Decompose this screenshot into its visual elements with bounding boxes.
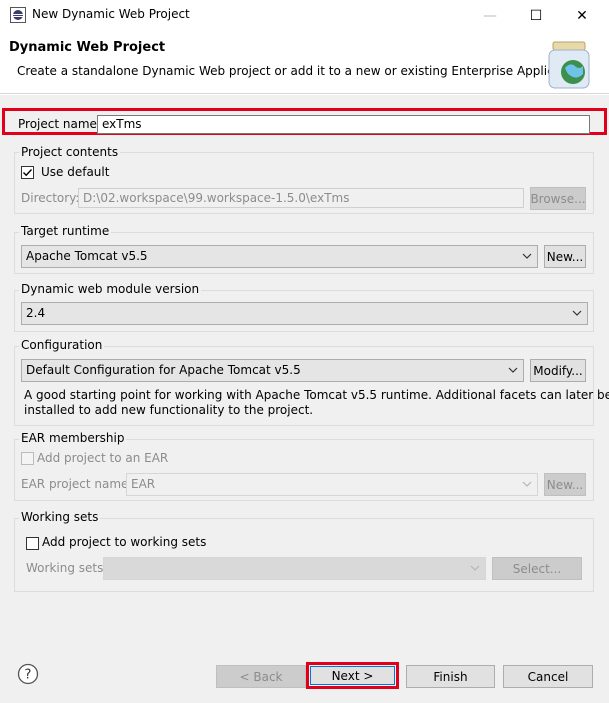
module-version-select[interactable]: 2.4 <box>21 302 588 325</box>
add-to-ear-label: Add project to an EAR <box>37 451 169 465</box>
add-to-working-sets-checkbox[interactable] <box>26 537 39 550</box>
close-icon: ✕ <box>576 7 588 24</box>
ear-project-name-label: EAR project name: <box>21 477 133 491</box>
new-runtime-button[interactable]: New... <box>544 245 586 268</box>
ear-project-value: EAR <box>131 477 156 491</box>
modify-button[interactable]: Modify... <box>530 359 586 382</box>
target-runtime-value: Apache Tomcat v5.5 <box>26 249 148 263</box>
working-sets-label: Working sets: <box>26 561 108 575</box>
maximize-icon: ☐ <box>529 7 543 24</box>
chevron-down-icon <box>572 310 582 316</box>
ear-project-select[interactable]: EAR <box>126 473 538 496</box>
use-default-checkbox[interactable] <box>21 166 34 179</box>
ear-membership-title: EAR membership <box>19 431 127 445</box>
use-default-label: Use default <box>41 165 109 179</box>
configuration-title: Configuration <box>19 338 105 352</box>
working-sets-title: Working sets <box>19 510 101 524</box>
module-version-title: Dynamic web module version <box>19 282 202 296</box>
directory-label: Directory: <box>21 191 80 205</box>
chevron-down-icon <box>522 481 532 487</box>
chevron-down-icon <box>508 367 518 373</box>
eclipse-app-icon <box>10 7 26 23</box>
new-ear-button[interactable]: New... <box>544 473 586 496</box>
working-sets-group <box>14 518 594 592</box>
target-runtime-select[interactable]: Apache Tomcat v5.5 <box>21 245 538 268</box>
configuration-description-line2: installed to add new functionality to th… <box>24 403 314 417</box>
maximize-button[interactable]: ☐ <box>513 0 559 31</box>
configuration-description-line1: A good starting point for working with A… <box>24 388 609 402</box>
target-runtime-title: Target runtime <box>19 224 112 238</box>
help-icon[interactable]: ? <box>17 663 39 685</box>
cancel-button[interactable]: Cancel <box>503 665 593 688</box>
select-working-sets-button[interactable]: Select... <box>492 557 582 580</box>
minimize-button[interactable]: — <box>467 0 513 31</box>
next-button[interactable]: Next > <box>310 666 395 685</box>
finish-button[interactable]: Finish <box>406 665 495 688</box>
help-glyph: ? <box>25 668 32 683</box>
checkmark-icon <box>23 169 33 177</box>
page-description: Create a standalone Dynamic Web project … <box>17 64 588 78</box>
project-name-input[interactable]: exTms <box>97 115 590 134</box>
minimize-icon: — <box>483 7 497 24</box>
window-title: New Dynamic Web Project <box>32 7 190 21</box>
project-name-label: Project name: <box>18 117 101 131</box>
configuration-value: Default Configuration for Apache Tomcat … <box>26 363 301 377</box>
working-sets-select[interactable] <box>103 557 486 580</box>
module-version-value: 2.4 <box>26 306 46 320</box>
chevron-down-icon <box>470 565 480 571</box>
page-title: Dynamic Web Project <box>9 40 166 55</box>
configuration-select[interactable]: Default Configuration for Apache Tomcat … <box>21 359 524 382</box>
back-button[interactable]: < Back <box>216 665 306 688</box>
browse-button[interactable]: Browse... <box>530 187 586 210</box>
project-contents-title: Project contents <box>19 145 121 159</box>
close-button[interactable]: ✕ <box>559 0 605 31</box>
add-to-working-sets-label: Add project to working sets <box>42 535 207 549</box>
use-default-text: Use default <box>41 165 110 179</box>
chevron-down-icon <box>522 253 532 259</box>
directory-input[interactable]: D:\02.workspace\99.workspace-1.5.0\exTms <box>78 188 524 208</box>
add-to-ear-checkbox[interactable] <box>21 452 34 465</box>
web-project-jar-icon <box>548 41 590 89</box>
